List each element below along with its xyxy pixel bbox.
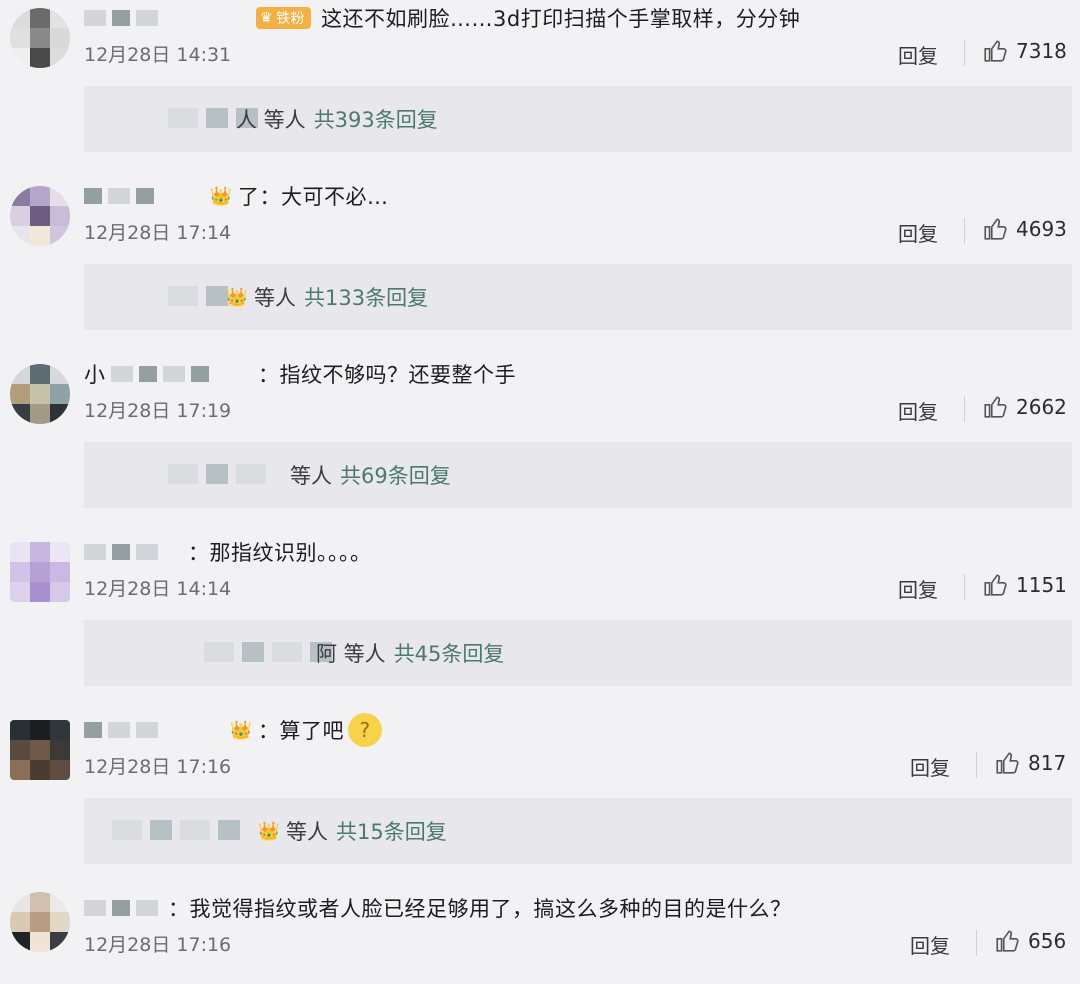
- reply-thread[interactable]: 👑 等人 共15条回复: [84, 798, 1072, 864]
- thinking-emoji-icon: ?: [348, 713, 382, 747]
- like-button[interactable]: 656: [994, 928, 1066, 954]
- reply-summary: 👑 等人 共15条回复: [257, 820, 447, 844]
- divider: [976, 930, 977, 956]
- comment-time: 12月28日 14:31: [84, 44, 232, 66]
- thumbs-up-icon: [984, 396, 1007, 418]
- reply-thread[interactable]: 人 等人 共393条回复: [84, 86, 1072, 152]
- comment-item: 👑 了：大可不必… 12月28日 17:14 回复 4693 👑 等人 共133条…: [0, 178, 1080, 358]
- fan-badge-icon: ♛: [260, 10, 274, 26]
- like-count: 656: [1028, 929, 1067, 953]
- like-count: 2662: [1016, 395, 1067, 419]
- reply-button[interactable]: 回复: [898, 396, 938, 425]
- reply-users-blurred: [168, 464, 266, 484]
- username-blurred[interactable]: 小: [84, 356, 209, 392]
- fan-badge: ♛ 铁粉: [256, 7, 312, 29]
- thumbs-up-icon: [984, 218, 1007, 240]
- comment-time: 12月28日 17:14: [84, 222, 232, 244]
- thumbs-up-icon: [996, 752, 1019, 774]
- comment-text: 👑 ：算了吧 ?: [228, 712, 382, 748]
- like-button[interactable]: 2662: [982, 394, 1067, 420]
- like-count: 1151: [1016, 573, 1067, 597]
- thumbs-up-icon: [984, 574, 1007, 596]
- username-blurred[interactable]: [84, 178, 154, 214]
- reply-thread[interactable]: 阿 等人 共45条回复: [84, 620, 1072, 686]
- thumbs-up-icon: [984, 40, 1007, 62]
- comment-item: 小 ：指纹不够吗？还要整个手 12月28日 17:19 回复 2662 等人 共6…: [0, 356, 1080, 536]
- comment-text: ♛ 铁粉 这还不如刷脸……3d打印扫描个手掌取样，分分钟: [256, 0, 800, 36]
- divider: [964, 396, 965, 422]
- fan-emoji-icon: 👑: [229, 719, 253, 741]
- username-blurred[interactable]: [84, 534, 158, 570]
- comment-feed: ♛ 铁粉 这还不如刷脸……3d打印扫描个手掌取样，分分钟 12月28日 14:31…: [0, 0, 1080, 984]
- like-button[interactable]: 4693: [982, 216, 1067, 242]
- like-count: 817: [1028, 751, 1067, 775]
- reply-button[interactable]: 回复: [898, 218, 938, 247]
- comment-item: ：我觉得指纹或者人脸已经足够用了，搞这么多种的目的是什么？ 12月28日 17:…: [0, 890, 1080, 984]
- comment-text: ：那指纹识别。。。。: [188, 541, 372, 565]
- avatar[interactable]: [10, 892, 70, 952]
- comment-item: 👑 ：算了吧 ? 12月28日 17:16 回复 817 👑 等人 共15条回复: [0, 712, 1080, 892]
- fan-emoji-icon: 👑: [257, 820, 281, 842]
- like-button[interactable]: 817: [994, 750, 1066, 776]
- username-blurred[interactable]: [84, 890, 158, 926]
- reply-summary: 等人 共69条回复: [290, 464, 451, 488]
- divider: [964, 574, 965, 600]
- like-count: 7318: [1016, 39, 1067, 63]
- reply-users-blurred: [112, 820, 240, 840]
- avatar[interactable]: [10, 364, 70, 424]
- fan-emoji-icon: 👑: [209, 185, 233, 207]
- reply-users-blurred: [204, 642, 332, 662]
- reply-summary: 👑 等人 共133条回复: [225, 286, 429, 310]
- comment-time: 12月28日 17:16: [84, 756, 232, 778]
- reply-button[interactable]: 回复: [898, 40, 938, 69]
- fan-emoji-icon: 👑: [225, 286, 249, 308]
- like-count: 4693: [1016, 217, 1067, 241]
- avatar[interactable]: [10, 542, 70, 602]
- comment-time: 12月28日 17:19: [84, 400, 232, 422]
- comment-item: ♛ 铁粉 这还不如刷脸……3d打印扫描个手掌取样，分分钟 12月28日 14:31…: [0, 0, 1080, 180]
- thumbs-up-icon: [996, 930, 1019, 952]
- username-blurred[interactable]: [84, 0, 158, 36]
- comment-text: 👑 了：大可不必…: [209, 185, 389, 209]
- avatar[interactable]: [10, 720, 70, 780]
- like-button[interactable]: 7318: [982, 38, 1067, 64]
- reply-button[interactable]: 回复: [910, 752, 950, 781]
- reply-button[interactable]: 回复: [898, 574, 938, 603]
- reply-thread[interactable]: 👑 等人 共133条回复: [84, 264, 1072, 330]
- comment-time: 12月28日 14:14: [84, 578, 232, 600]
- avatar[interactable]: [10, 8, 70, 68]
- comment-text: ：我觉得指纹或者人脸已经足够用了，搞这么多种的目的是什么？: [168, 897, 792, 921]
- like-button[interactable]: 1151: [982, 572, 1067, 598]
- comment-item: ：那指纹识别。。。。 12月28日 14:14 回复 1151 阿 等人 共45条…: [0, 534, 1080, 714]
- reply-thread[interactable]: 等人 共69条回复: [84, 442, 1072, 508]
- comment-time: 12月28日 17:16: [84, 934, 232, 956]
- reply-summary: 阿 等人 共45条回复: [316, 642, 505, 666]
- reply-users-blurred: [168, 286, 228, 306]
- divider: [964, 218, 965, 244]
- avatar[interactable]: [10, 186, 70, 246]
- comment-text: ：指纹不够吗？还要整个手: [258, 363, 516, 387]
- reply-button[interactable]: 回复: [910, 930, 950, 959]
- divider: [964, 40, 965, 66]
- divider: [976, 752, 977, 778]
- username-blurred[interactable]: [84, 712, 158, 748]
- reply-summary: 人 等人 共393条回复: [236, 108, 438, 132]
